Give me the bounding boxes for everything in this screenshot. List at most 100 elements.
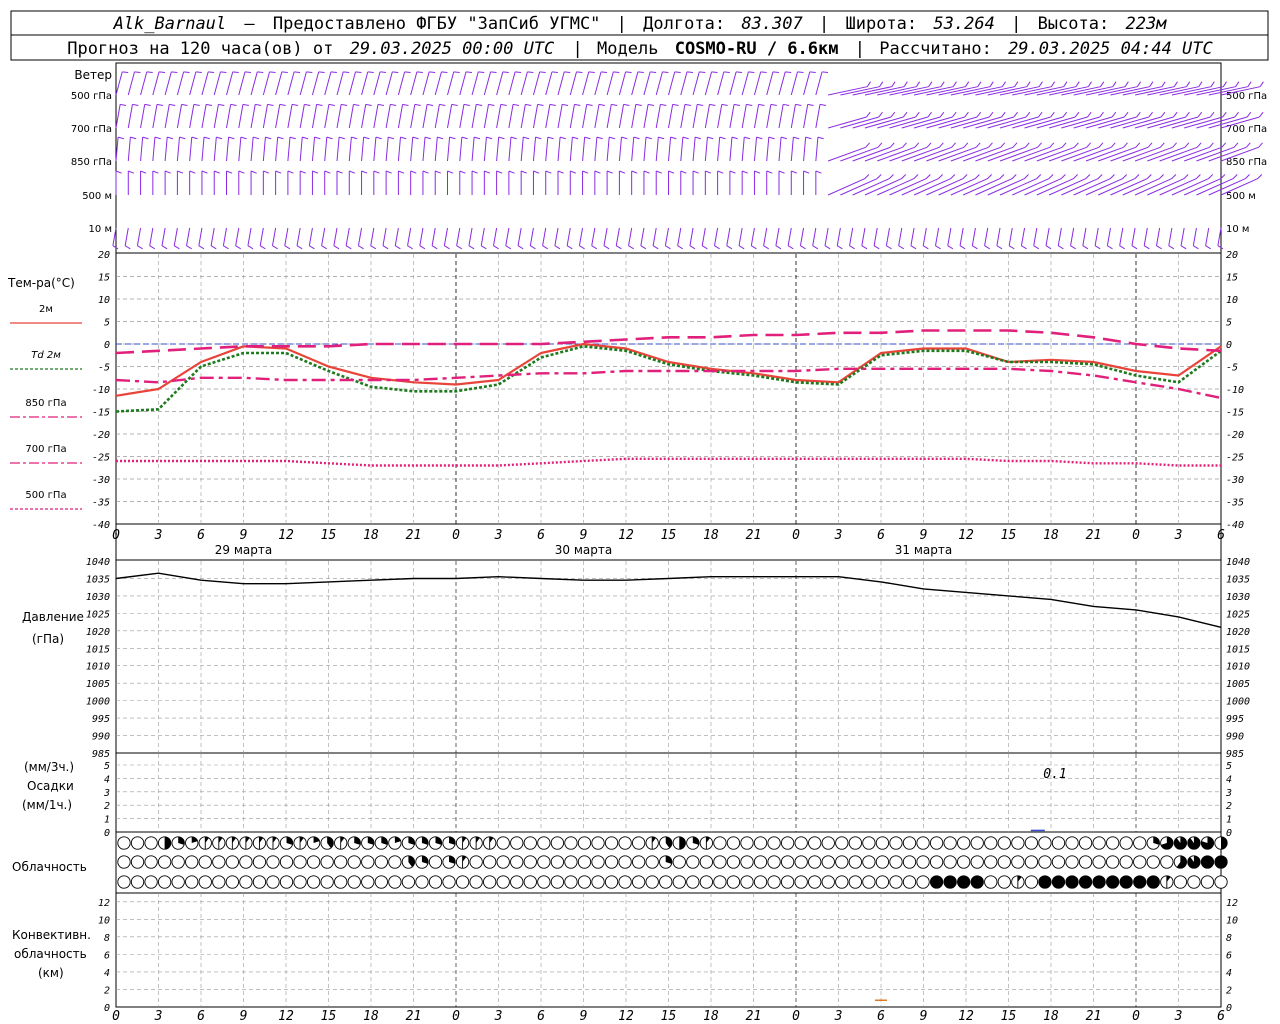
wind-barb-flag bbox=[484, 170, 491, 174]
cloud-circle bbox=[1065, 836, 1079, 850]
wind-barb-flag bbox=[468, 245, 475, 250]
cloud-circle bbox=[821, 855, 835, 869]
wind-barb-flag bbox=[682, 136, 689, 140]
wind-barb bbox=[164, 104, 170, 129]
wind-barb bbox=[692, 137, 696, 162]
cloud-circle bbox=[374, 855, 388, 869]
wind-barb bbox=[704, 137, 708, 162]
x-tick-top: 3 bbox=[494, 528, 503, 543]
x-tick-top: 0 bbox=[112, 528, 120, 543]
wind-barb bbox=[517, 227, 522, 246]
header-line-1: Alk_Barnaul – Предоставлено ФГБУ "ЗапСиб… bbox=[113, 14, 1168, 34]
wind-barb bbox=[235, 227, 240, 246]
wind-barb bbox=[348, 71, 356, 96]
wind-barb-flag bbox=[551, 71, 558, 73]
temp-ytick-right: -30 bbox=[1226, 475, 1244, 486]
wind-barb-flag bbox=[365, 103, 372, 107]
pressure-ytick-right: 1040 bbox=[1226, 557, 1250, 568]
wind-barb bbox=[1155, 227, 1161, 246]
wind-barb-flag bbox=[218, 103, 225, 107]
cloud-circle bbox=[1133, 836, 1147, 850]
wind-barb bbox=[778, 137, 782, 162]
wind-barb-flag bbox=[471, 170, 478, 174]
cloud-circle bbox=[726, 836, 741, 850]
wind-barb-flag bbox=[1180, 245, 1187, 250]
wind-barb-flag bbox=[451, 103, 458, 107]
cloud-fill-full bbox=[1201, 855, 1214, 869]
wind-barb-flag bbox=[328, 103, 335, 107]
wind-barb bbox=[692, 104, 698, 129]
x-tick-bottom: 3 bbox=[1174, 1009, 1183, 1024]
wind-barb-flag bbox=[294, 71, 301, 73]
wind-barb bbox=[545, 104, 551, 129]
wind-barb-flag bbox=[695, 136, 702, 140]
x-tick-bottom: 3 bbox=[494, 1009, 503, 1024]
cloud-circle bbox=[157, 855, 172, 869]
wind-barb-flag bbox=[1062, 111, 1068, 118]
pressure-ytick-right: 1010 bbox=[1226, 662, 1250, 673]
wind-barb-flag bbox=[349, 170, 356, 174]
wind-barb-flag bbox=[142, 136, 149, 140]
precip-ytick-right: 2 bbox=[1226, 801, 1232, 812]
wind-barb-flag bbox=[937, 174, 943, 180]
cloud-circle bbox=[1092, 855, 1106, 869]
cloud-circle bbox=[943, 855, 957, 869]
wind-barb bbox=[198, 227, 203, 246]
wind-barb-flag bbox=[1086, 142, 1092, 148]
wind-barb bbox=[1082, 227, 1087, 246]
cloud-circle bbox=[740, 836, 754, 850]
temp-ytick-left: -15 bbox=[92, 408, 110, 419]
temp-ytick-right: -40 bbox=[1226, 520, 1244, 531]
wind-barb-flag bbox=[306, 71, 313, 73]
precip-ytick-left: 1 bbox=[104, 815, 110, 826]
wind-barb-flag bbox=[474, 136, 481, 140]
wind-barb bbox=[934, 227, 940, 246]
wind-barb bbox=[898, 227, 903, 246]
cloud-circle bbox=[984, 836, 998, 850]
wind-barb-flag bbox=[1075, 81, 1080, 87]
wind-barb bbox=[299, 137, 303, 162]
wind-barb-flag bbox=[1025, 111, 1031, 118]
x-tick-top: 15 bbox=[661, 528, 677, 543]
cloud-circle bbox=[496, 875, 510, 889]
wind-barb bbox=[594, 137, 598, 162]
precip-ytick-left: 4 bbox=[104, 774, 110, 785]
cloud-circle bbox=[767, 855, 781, 869]
wind-barb bbox=[483, 71, 492, 96]
cloud-fill-full bbox=[1065, 875, 1079, 889]
wind-barb bbox=[582, 137, 586, 162]
day-label: 30 марта bbox=[555, 543, 612, 557]
wind-barb-flag bbox=[927, 111, 932, 118]
wind-barb bbox=[1070, 227, 1075, 246]
wind-barb bbox=[643, 104, 649, 129]
conv-ytick-left: 12 bbox=[98, 898, 110, 909]
conv-ytick-right: 2 bbox=[1226, 985, 1232, 996]
wind-barb-flag bbox=[208, 71, 215, 73]
wind-barb-flag bbox=[1070, 245, 1076, 250]
wind-barb-flag bbox=[358, 245, 364, 250]
wind-barb-flag bbox=[950, 174, 956, 180]
wind-barb-flag bbox=[247, 245, 254, 250]
cloud-fill-full bbox=[1133, 875, 1146, 889]
x-tick-top: 12 bbox=[278, 528, 294, 543]
wind-barb-flag bbox=[112, 245, 119, 250]
wind-barb bbox=[385, 137, 389, 162]
wind-barb-flag bbox=[800, 245, 806, 250]
cloud-circle bbox=[808, 836, 822, 850]
cloud-circle bbox=[699, 855, 714, 869]
wind-barb-flag bbox=[938, 142, 944, 148]
wind-barb bbox=[247, 227, 252, 246]
wind-barb bbox=[370, 227, 375, 246]
wind-barb-flag bbox=[512, 103, 520, 107]
wind-barb-flag bbox=[1109, 174, 1115, 180]
wind-barb-flag bbox=[272, 245, 278, 250]
x-tick-bottom: 6 bbox=[537, 1009, 545, 1024]
cloud-circle bbox=[862, 836, 876, 850]
wind-barb bbox=[778, 104, 784, 129]
cloud-circle bbox=[767, 875, 781, 889]
wind-barb-flag bbox=[179, 136, 186, 140]
wind-barb bbox=[480, 227, 485, 246]
wind-barb bbox=[655, 71, 663, 96]
cloud-circle bbox=[428, 855, 443, 869]
wind-barb bbox=[803, 137, 807, 162]
